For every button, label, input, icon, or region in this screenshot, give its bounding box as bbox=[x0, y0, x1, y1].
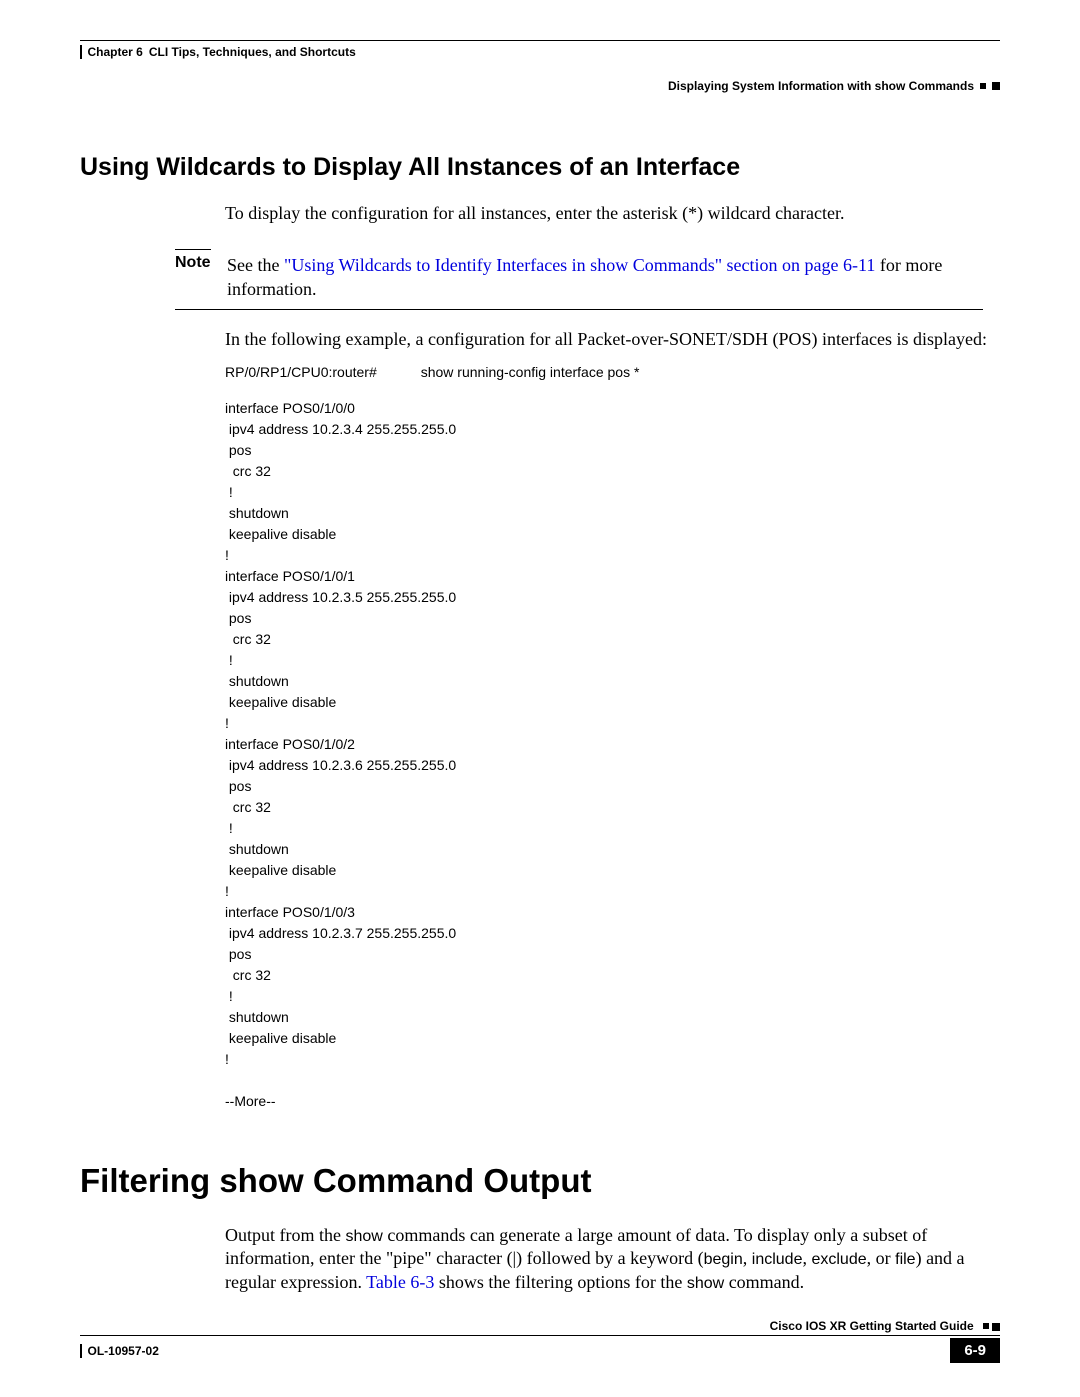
show-cmd-2: show bbox=[687, 1275, 724, 1292]
footer-guide-row: Cisco IOS XR Getting Started Guide bbox=[80, 1319, 1000, 1333]
intro-paragraph: To display the configuration for all ins… bbox=[225, 202, 1000, 225]
filtering-paragraph: Output from the show commands can genera… bbox=[225, 1224, 1000, 1295]
section-heading-filtering: Filtering show Command Output bbox=[80, 1162, 1000, 1200]
section-heading-wildcards: Using Wildcards to Display All Instances… bbox=[80, 153, 1000, 182]
decor-square-icon bbox=[983, 1323, 989, 1329]
para-mid6: shows the filtering options for the bbox=[434, 1272, 686, 1292]
decor-square-icon bbox=[980, 83, 986, 89]
guide-title: Cisco IOS XR Getting Started Guide bbox=[770, 1319, 974, 1333]
para-pre: Output from the bbox=[225, 1225, 345, 1245]
sep1: , bbox=[743, 1248, 752, 1268]
note-text-before: See the bbox=[227, 255, 284, 275]
footer-rule bbox=[80, 1335, 1000, 1336]
note-text: See the "Using Wildcards to Identify Int… bbox=[227, 254, 1000, 301]
doc-id: OL-10957-02 bbox=[88, 1344, 159, 1358]
section-title: Displaying System Information with show … bbox=[668, 79, 974, 93]
decor-square-icon bbox=[992, 82, 1000, 90]
kw-include: include bbox=[752, 1251, 803, 1268]
note-block: Note See the "Using Wildcards to Identif… bbox=[175, 249, 1000, 310]
kw-file: file bbox=[895, 1251, 915, 1268]
header-left: Chapter 6 CLI Tips, Techniques, and Shor… bbox=[80, 45, 356, 59]
note-short-rule bbox=[175, 249, 211, 250]
header-right-row: Displaying System Information with show … bbox=[80, 61, 1000, 93]
page-header: Chapter 6 CLI Tips, Techniques, and Shor… bbox=[80, 45, 1000, 59]
note-bottom-rule bbox=[175, 309, 983, 310]
footer-dots bbox=[983, 1323, 1000, 1331]
chapter-number: Chapter 6 bbox=[88, 45, 143, 59]
example-intro: In the following example, a configuratio… bbox=[225, 328, 1000, 351]
kw-exclude: exclude bbox=[811, 1251, 866, 1268]
cli-command: show running-config interface pos * bbox=[421, 364, 640, 380]
cli-command-line: RP/0/RP1/CPU0:router# show running-config… bbox=[225, 364, 1000, 380]
kw-begin: begin bbox=[704, 1251, 743, 1268]
header-bar-icon bbox=[80, 45, 82, 59]
page-footer: Cisco IOS XR Getting Started Guide OL-10… bbox=[80, 1319, 1000, 1363]
page-number: 6-9 bbox=[950, 1338, 1000, 1363]
footer-bottom: OL-10957-02 6-9 bbox=[80, 1338, 1000, 1363]
page-container: Chapter 6 CLI Tips, Techniques, and Shor… bbox=[0, 0, 1080, 1397]
note-row: Note See the "Using Wildcards to Identif… bbox=[175, 254, 1000, 301]
note-link[interactable]: "Using Wildcards to Identify Interfaces … bbox=[284, 255, 875, 275]
sep3: , or bbox=[867, 1248, 896, 1268]
chapter-title: CLI Tips, Techniques, and Shortcuts bbox=[149, 45, 356, 59]
cli-prompt: RP/0/RP1/CPU0:router# bbox=[225, 364, 377, 380]
footer-bar-icon bbox=[80, 1344, 82, 1358]
header-rule bbox=[80, 40, 1000, 41]
decor-square-icon bbox=[992, 1323, 1000, 1331]
show-cmd: show bbox=[345, 1228, 382, 1245]
para-end: command. bbox=[724, 1272, 804, 1292]
footer-left: OL-10957-02 bbox=[80, 1344, 159, 1358]
note-label: Note bbox=[175, 254, 211, 301]
header-right: Displaying System Information with show … bbox=[668, 79, 1000, 93]
table-link[interactable]: Table 6-3 bbox=[366, 1272, 434, 1292]
cli-output: interface POS0/1/0/0 ipv4 address 10.2.3… bbox=[225, 398, 1000, 1112]
